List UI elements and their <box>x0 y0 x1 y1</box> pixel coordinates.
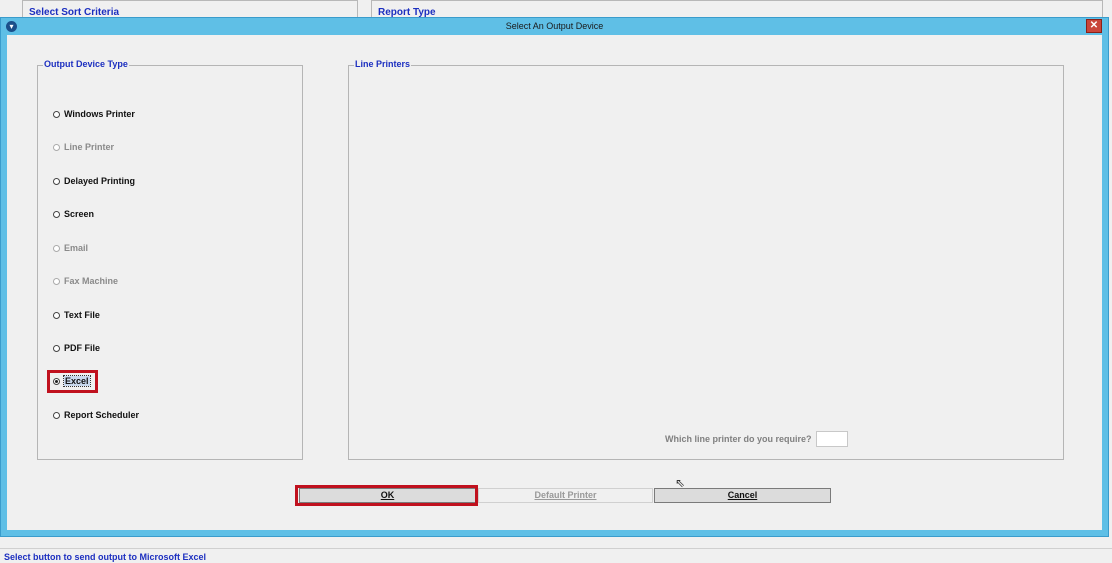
radio-line-printer[interactable]: Line Printer <box>53 140 114 154</box>
radio-label: Windows Printer <box>64 109 135 119</box>
cancel-button[interactable]: Cancel <box>654 488 831 503</box>
system-menu-icon[interactable]: ▾ <box>6 21 17 32</box>
radio-screen[interactable]: Screen <box>53 207 94 221</box>
close-button[interactable]: ✕ <box>1086 19 1102 33</box>
dialog-title: Select An Output Device <box>505 21 604 31</box>
radio-label: Report Scheduler <box>64 410 140 420</box>
radio-circle[interactable] <box>53 344 60 352</box>
radio-label: Line Printer <box>64 142 115 152</box>
radio-circle[interactable] <box>53 411 60 419</box>
radio-label: Fax Machine <box>64 276 119 286</box>
output-device-type-title: Output Device Type <box>43 59 129 69</box>
line-printer-question: Which line printer do you require? <box>665 434 812 444</box>
radio-circle[interactable] <box>53 311 60 319</box>
radio-label: Text File <box>64 310 100 320</box>
radio-circle[interactable] <box>53 177 60 185</box>
dialog-client-area: Output Device Type Windows Printer Line … <box>7 35 1102 530</box>
radio-circle[interactable] <box>53 110 60 118</box>
radio-text-file[interactable]: Text File <box>53 308 100 322</box>
radio-fax-machine[interactable]: Fax Machine <box>53 274 118 288</box>
radio-delayed-printing[interactable]: Delayed Printing <box>53 174 135 188</box>
status-bar: Select button to send output to Microsof… <box>0 548 1112 563</box>
line-printers-group: Line Printers Which line printer do you … <box>348 59 1064 460</box>
mouse-pointer-icon: ⇖ <box>675 476 686 490</box>
output-device-dialog: ▾ Select An Output Device ✕ Output Devic… <box>0 17 1109 537</box>
radio-label: PDF File <box>64 343 101 353</box>
radio-label: Screen <box>64 209 95 219</box>
dialog-title-bar[interactable]: ▾ Select An Output Device ✕ <box>1 18 1108 35</box>
radio-pdf-file[interactable]: PDF File <box>53 341 100 355</box>
default-printer-button[interactable]: Default Printer <box>478 488 653 503</box>
radio-report-scheduler[interactable]: Report Scheduler <box>53 408 139 422</box>
output-device-type-group: Output Device Type Windows Printer Line … <box>37 59 303 460</box>
line-printers-title: Line Printers <box>354 59 412 69</box>
line-printer-input[interactable] <box>816 431 848 447</box>
close-icon: ✕ <box>1089 20 1099 31</box>
ok-highlight-annotation <box>295 485 478 506</box>
radio-circle[interactable] <box>53 143 60 151</box>
status-bar-text: Select button to send output to Microsof… <box>4 552 207 562</box>
radio-windows-printer[interactable]: Windows Printer <box>53 107 135 121</box>
radio-circle[interactable] <box>53 277 60 285</box>
radio-label: Email <box>64 243 89 253</box>
radio-email[interactable]: Email <box>53 241 88 255</box>
radio-circle[interactable] <box>53 210 60 218</box>
radio-label: Delayed Printing <box>64 176 136 186</box>
excel-highlight-annotation <box>47 370 98 393</box>
radio-circle[interactable] <box>53 244 60 252</box>
